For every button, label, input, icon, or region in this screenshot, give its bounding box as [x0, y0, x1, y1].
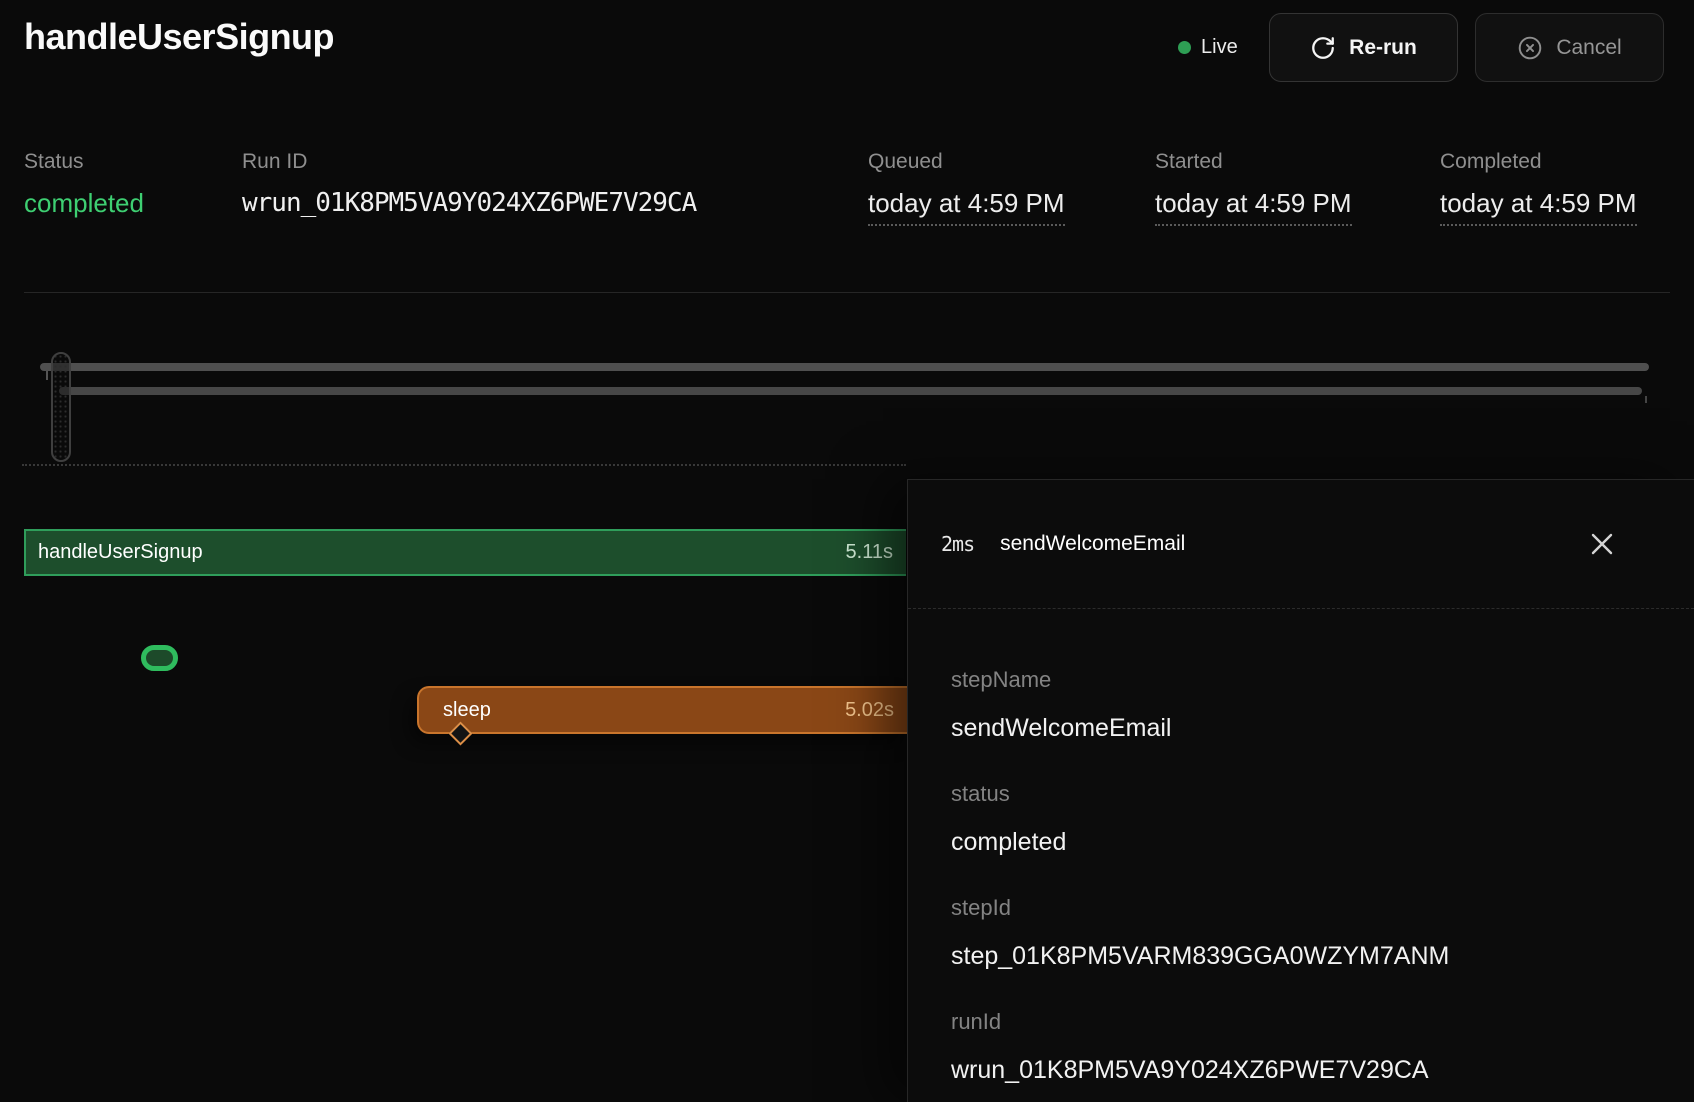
meta-run-id-label: Run ID — [242, 150, 696, 174]
cancel-button[interactable]: Cancel — [1475, 13, 1664, 82]
live-label: Live — [1201, 36, 1238, 59]
field-status: status completed — [951, 781, 1654, 857]
meta-completed-value: today at 4:59 PM — [1440, 188, 1637, 226]
step-detail-panel: 2ms sendWelcomeEmail stepName sendWelcom… — [907, 479, 1694, 1102]
gantt-bar-sleep[interactable]: sleep 5.02s — [417, 686, 907, 734]
meta-started: Started today at 4:59 PM — [1155, 150, 1352, 226]
meta-status-value: completed — [24, 188, 144, 219]
meta-status-label: Status — [24, 150, 144, 174]
meta-status: Status completed — [24, 150, 144, 219]
gantt-bar-label: sleep — [443, 699, 491, 722]
field-value: completed — [951, 827, 1654, 857]
live-toggle[interactable]: Live — [1178, 31, 1238, 63]
meta-completed: Completed today at 4:59 PM — [1440, 150, 1637, 226]
close-panel-button[interactable] — [1588, 530, 1616, 558]
timeline-brush-handle[interactable] — [51, 352, 71, 462]
meta-started-label: Started — [1155, 150, 1352, 174]
minimap-bar-root — [40, 363, 1649, 371]
rerun-button[interactable]: Re-run — [1269, 13, 1458, 82]
field-value: step_01K8PM5VARM839GGA0WZYM7ANM — [951, 941, 1654, 971]
meta-run-id-value: wrun_01K8PM5VA9Y024XZ6PWE7V29CA — [242, 188, 696, 218]
field-value: sendWelcomeEmail — [951, 713, 1654, 743]
meta-completed-label: Completed — [1440, 150, 1637, 174]
meta-queued: Queued today at 4:59 PM — [868, 150, 1065, 226]
header-divider — [24, 292, 1670, 293]
rerun-button-label: Re-run — [1349, 36, 1417, 60]
minimap-tick-left — [46, 371, 48, 380]
field-label: stepId — [951, 895, 1654, 921]
step-detail-title: sendWelcomeEmail — [1000, 532, 1185, 556]
gantt-bar-duration: 5.02s — [845, 699, 894, 722]
step-detail-body: stepName sendWelcomeEmail status complet… — [908, 609, 1694, 1085]
refresh-icon — [1310, 35, 1336, 61]
field-label: status — [951, 781, 1654, 807]
page-title: handleUserSignup — [24, 16, 334, 58]
gantt-step-marker-sendWelcomeEmail[interactable] — [141, 645, 178, 671]
field-stepId: stepId step_01K8PM5VARM839GGA0WZYM7ANM — [951, 895, 1654, 971]
minimap-tick-right — [1645, 396, 1647, 403]
minimap-bar-sleep — [59, 387, 1642, 395]
field-label: runId — [951, 1009, 1654, 1035]
gantt-bar-duration: 5.11s — [846, 541, 893, 564]
close-icon — [1588, 530, 1616, 558]
step-detail-header: 2ms sendWelcomeEmail — [908, 480, 1694, 609]
workflow-run-page: handleUserSignup Live Re-run Cancel Stat… — [0, 0, 1694, 1102]
meta-started-value: today at 4:59 PM — [1155, 188, 1352, 226]
meta-run-id: Run ID wrun_01K8PM5VA9Y024XZ6PWE7V29CA — [242, 150, 696, 218]
meta-queued-label: Queued — [868, 150, 1065, 174]
live-status-dot-icon — [1178, 41, 1191, 54]
meta-queued-value: today at 4:59 PM — [868, 188, 1065, 226]
field-value: wrun_01K8PM5VA9Y024XZ6PWE7V29CA — [951, 1055, 1654, 1085]
cancel-button-label: Cancel — [1556, 36, 1621, 60]
gantt-bar-label: handleUserSignup — [38, 541, 203, 564]
gantt-bar-handleUserSignup[interactable]: handleUserSignup 5.11s — [24, 529, 906, 576]
field-stepName: stepName sendWelcomeEmail — [951, 667, 1654, 743]
field-label: stepName — [951, 667, 1654, 693]
field-runId: runId wrun_01K8PM5VA9Y024XZ6PWE7V29CA — [951, 1009, 1654, 1085]
step-duration-badge: 2ms — [941, 532, 974, 556]
cancel-circle-x-icon — [1517, 35, 1543, 61]
gantt-top-border — [22, 464, 906, 466]
